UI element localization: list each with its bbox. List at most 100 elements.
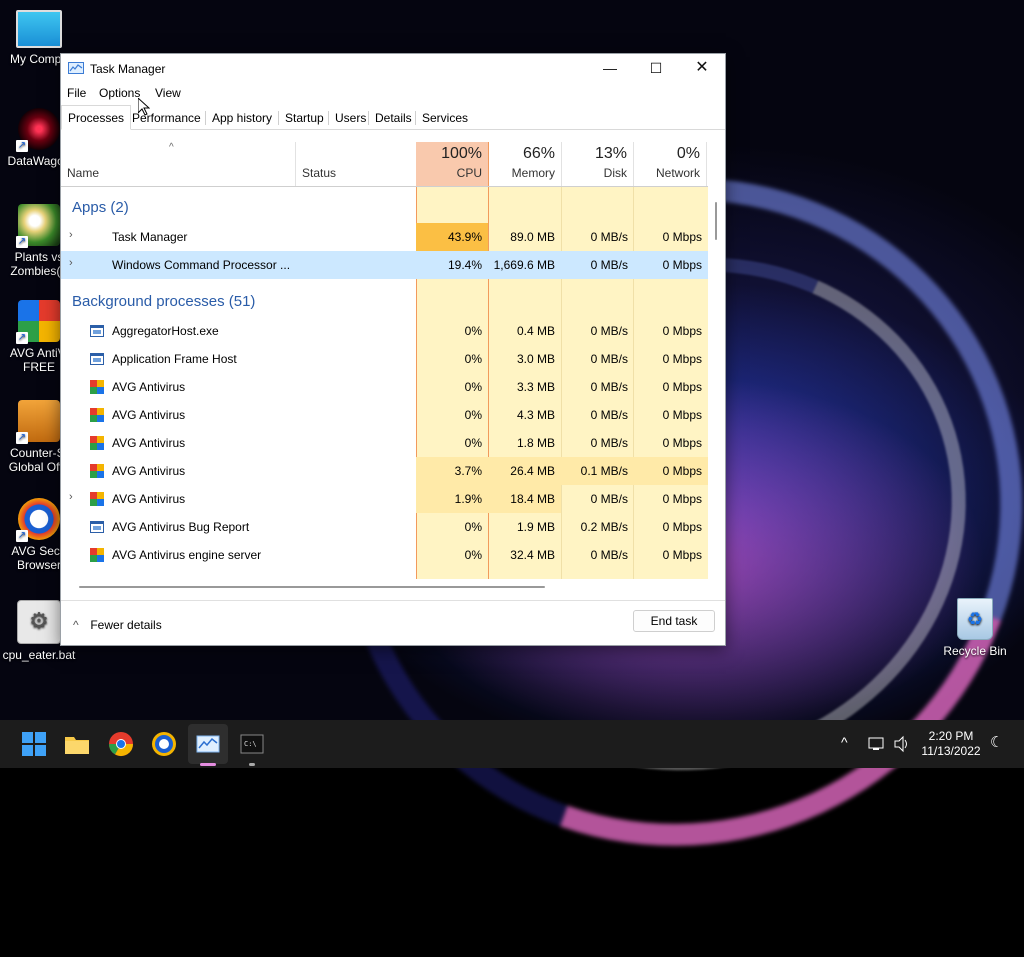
show-hidden-icons-chevron-icon[interactable]: ^ (841, 734, 848, 750)
tab-app-history[interactable]: App history (212, 109, 272, 127)
tab-users[interactable]: Users (335, 109, 366, 127)
column-header-network[interactable]: 0% Network (633, 142, 706, 186)
horizontal-scrollbar[interactable] (61, 579, 708, 595)
file-explorer-icon[interactable] (61, 728, 93, 760)
horizontal-scroll-thumb[interactable] (79, 586, 545, 588)
focus-assist-moon-icon[interactable]: ☾ (990, 733, 1003, 751)
column-header-name[interactable]: Name (61, 142, 295, 186)
network-icon[interactable] (867, 734, 887, 754)
table-row-task-manager[interactable]: › Task Manager 43.9% 89.0 MB 0 MB/s 0 Mb… (61, 223, 708, 251)
disk-value: 0.1 MB/s (580, 464, 628, 478)
tab-startup[interactable]: Startup (285, 109, 324, 127)
table-row[interactable]: AggregatorHost.exe 0% 0.4 MB 0 MB/s 0 Mb… (61, 317, 708, 345)
expand-chevron-icon[interactable]: › (69, 229, 73, 241)
memory-value: 0.4 MB (516, 324, 555, 338)
shortcut-arrow-icon: ↗ (16, 236, 28, 248)
menu-file[interactable]: File (67, 86, 86, 100)
table-row[interactable]: AVG Antivirus 3.7% 26.4 MB 0.1 MB/s 0 Mb… (61, 457, 708, 485)
process-name: AVG Antivirus (112, 380, 186, 394)
avg-antivirus-icon: ↗ (16, 300, 60, 344)
process-grid: ^ Name Status 100% CPU 66% Memory 13% Di… (61, 142, 708, 579)
column-header-label: Memory (511, 166, 555, 180)
table-row[interactable]: AVG Antivirus 0% 3.3 MB 0 MB/s 0 Mbps (61, 373, 708, 401)
table-row[interactable]: AVG Antivirus 0% 4.3 MB 0 MB/s 0 Mbps (61, 401, 708, 429)
expand-chevron-icon[interactable]: › (69, 491, 73, 503)
desktop-icon-recycle-bin[interactable]: ♻ Recycle Bin (936, 598, 1014, 658)
memory-total-pct: 66% (522, 145, 555, 162)
column-header-label: Disk (603, 166, 627, 180)
column-header-disk[interactable]: 13% Disk (561, 142, 633, 186)
table-row[interactable]: AVG Antivirus 0% 1.8 MB 0 MB/s 0 Mbps (61, 429, 708, 457)
avg-antivirus-icon (90, 408, 104, 422)
group-header-apps[interactable]: Apps (2) (72, 199, 129, 216)
disk-value: 0.2 MB/s (580, 520, 628, 534)
grid-header: ^ Name Status 100% CPU 66% Memory 13% Di… (61, 142, 708, 187)
network-value: 0 Mbps (662, 258, 702, 272)
end-task-button[interactable]: End task (633, 610, 715, 632)
network-value: 0 Mbps (662, 436, 702, 450)
avg-antivirus-icon (90, 380, 104, 394)
maximize-button[interactable]: ☐ (633, 54, 679, 82)
task-manager-icon (68, 62, 84, 74)
tab-separator (328, 111, 329, 125)
table-row[interactable]: AVG Antivirus engine server 0% 32.4 MB 0… (61, 541, 708, 569)
cpu-total-pct: 100% (441, 145, 482, 162)
network-value: 0 Mbps (662, 492, 702, 506)
network-value: 0 Mbps (662, 520, 702, 534)
footer-bar: ^ Fewer details End task (61, 600, 725, 645)
datawagon-icon: ↗ (16, 108, 60, 152)
tab-details[interactable]: Details (375, 109, 412, 127)
table-row-windows-command-processor[interactable]: › Windows Command Processor ... 19.4% 1,… (61, 251, 708, 279)
cpu-value: 0% (464, 408, 482, 422)
start-windows-icon[interactable] (18, 728, 50, 760)
cpu-value: 43.9% (447, 230, 482, 244)
shortcut-arrow-icon: ↗ (16, 140, 28, 152)
network-value: 0 Mbps (662, 408, 702, 422)
tab-services[interactable]: Services (422, 109, 468, 127)
column-header-cpu[interactable]: 100% CPU (416, 142, 488, 186)
memory-value: 89.0 MB (510, 230, 555, 244)
table-row[interactable]: Application Frame Host 0% 3.0 MB 0 MB/s … (61, 345, 708, 373)
menu-view[interactable]: View (155, 86, 181, 100)
network-value: 0 Mbps (662, 324, 702, 338)
clock[interactable]: 2:20 PM 11/13/2022 (918, 729, 984, 759)
disk-value: 0 MB/s (590, 492, 628, 506)
avg-antivirus-icon (90, 464, 104, 478)
process-name: Task Manager (112, 230, 188, 244)
tab-processes[interactable]: Processes (61, 105, 132, 130)
command-prompt-icon[interactable]: C:\ (236, 728, 268, 760)
task-manager-icon[interactable] (192, 728, 224, 760)
memory-value: 1.9 MB (516, 520, 555, 534)
table-row[interactable]: › AVG Antivirus 1.9% 18.4 MB 0 MB/s 0 Mb… (61, 485, 708, 513)
chrome-icon[interactable] (105, 728, 137, 760)
memory-value: 1,669.6 MB (493, 258, 555, 272)
disk-total-pct: 13% (594, 145, 627, 162)
cpu-value: 1.9% (454, 492, 482, 506)
avg-antivirus-icon (90, 548, 104, 562)
avg-browser-icon[interactable] (148, 728, 180, 760)
cpu-value: 19.4% (447, 258, 482, 272)
network-value: 0 Mbps (662, 548, 702, 562)
desktop-icon-label: Recycle Bin (943, 644, 1007, 658)
close-button[interactable]: ✕ (679, 54, 725, 82)
disk-value: 0 MB/s (590, 324, 628, 338)
volume-icon[interactable] (892, 734, 912, 754)
fewer-details-button[interactable]: ^ Fewer details (73, 618, 162, 632)
column-header-status[interactable]: Status (296, 142, 416, 186)
vertical-scrollbar[interactable] (708, 142, 724, 579)
running-app-indicator (249, 763, 255, 766)
shortcut-arrow-icon: ↗ (16, 530, 28, 542)
menu-options[interactable]: Options (99, 86, 140, 100)
cpu-value: 0% (464, 352, 482, 366)
process-name: AVG Antivirus (112, 464, 186, 478)
task-manager-window: Task Manager — ☐ ✕ File Options View Pro… (60, 53, 726, 646)
expand-chevron-icon[interactable]: › (69, 257, 73, 269)
table-row[interactable]: AVG Antivirus Bug Report 0% 1.9 MB 0.2 M… (61, 513, 708, 541)
minimize-button[interactable]: — (587, 54, 633, 82)
title-bar[interactable]: Task Manager — ☐ ✕ (61, 54, 725, 82)
column-header-memory[interactable]: 66% Memory (488, 142, 561, 186)
app-window-icon (90, 353, 104, 365)
vertical-scroll-thumb[interactable] (715, 202, 717, 240)
group-header-background[interactable]: Background processes (51) (72, 293, 255, 310)
memory-value: 26.4 MB (510, 464, 555, 478)
